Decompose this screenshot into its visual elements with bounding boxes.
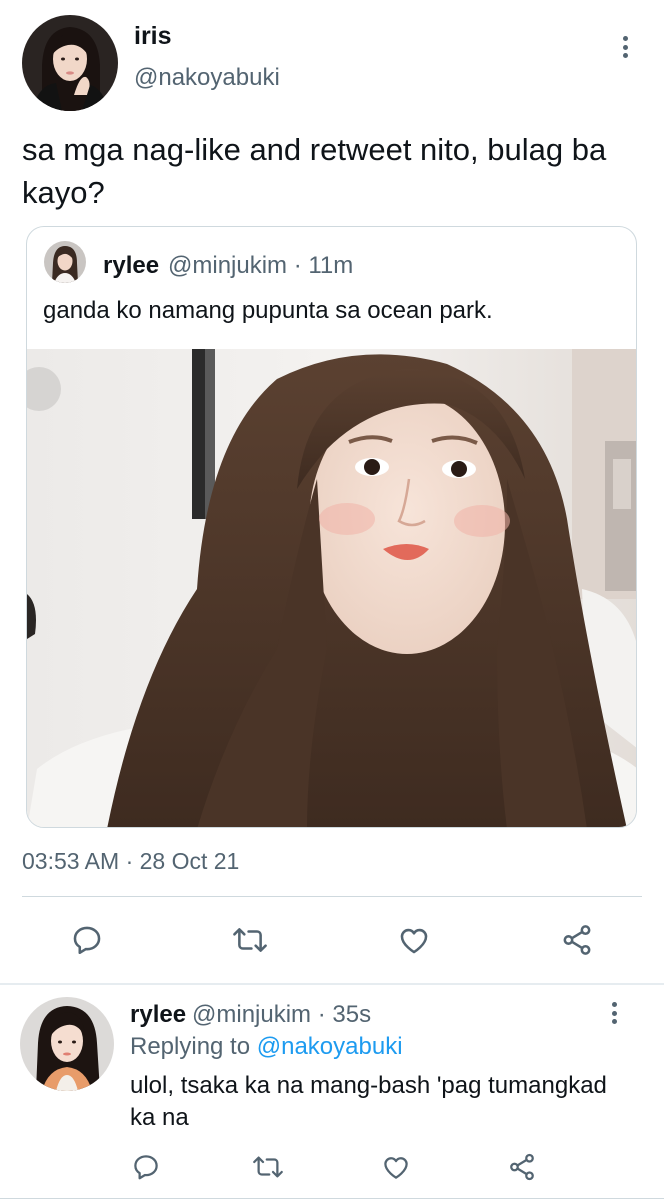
replying-to-label: Replying to: [130, 1033, 257, 1060]
more-vertical-icon[interactable]: [615, 32, 635, 62]
replying-to-link[interactable]: @nakoyabuki: [257, 1033, 403, 1060]
share-icon[interactable]: [560, 923, 594, 957]
section-divider: [0, 983, 664, 985]
quoted-tweet-text: ganda ko namang pupunta sa ocean park.: [43, 297, 493, 324]
reply-icon[interactable]: [131, 1152, 161, 1182]
divider: [0, 1198, 664, 1199]
reply-icon[interactable]: [70, 923, 104, 957]
retweet-icon[interactable]: [250, 1152, 286, 1182]
divider: [22, 896, 642, 897]
author-avatar[interactable]: [22, 15, 118, 111]
heart-icon[interactable]: [397, 923, 431, 957]
reply-author-handle[interactable]: @minjukim · 35s: [192, 1001, 371, 1029]
author-name[interactable]: iris: [134, 22, 172, 51]
quoted-tweet-card[interactable]: rylee @minjukim · 11m ganda ko namang pu…: [26, 226, 637, 828]
quoted-author-avatar: [44, 241, 86, 283]
reply-text: ulol, tsaka ka na mang-bash 'pag tumangk…: [130, 1072, 607, 1131]
retweet-icon[interactable]: [230, 923, 270, 957]
share-icon[interactable]: [507, 1152, 537, 1182]
replying-to: Replying to @nakoyabuki: [130, 1033, 403, 1061]
quoted-tweet-photo[interactable]: [27, 349, 636, 827]
author-handle[interactable]: @nakoyabuki: [134, 64, 280, 92]
reply-author-name[interactable]: rylee: [130, 1001, 186, 1029]
quoted-author-name: rylee: [103, 252, 160, 279]
more-vertical-icon[interactable]: [604, 998, 624, 1028]
tweet-timestamp: 03:53 AM · 28 Oct 21: [22, 848, 240, 874]
heart-icon[interactable]: [381, 1152, 411, 1182]
tweet-text: sa mga nag-like and retweet nito, bulag …: [22, 132, 607, 210]
reply-author-avatar[interactable]: [20, 997, 114, 1091]
quoted-author-handle: @minjukim · 11m: [168, 252, 354, 279]
